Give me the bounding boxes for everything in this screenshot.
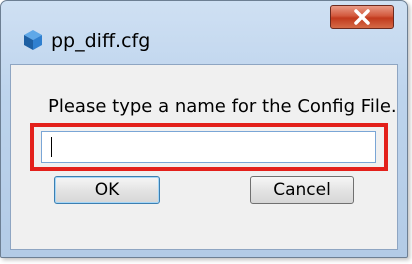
window-title: pp_diff.cfg [51,30,151,52]
text-cursor [51,137,52,157]
cube-icon [23,29,43,55]
config-name-input[interactable] [41,131,376,163]
cancel-button[interactable]: Cancel [250,176,354,204]
close-icon [354,9,370,25]
close-button[interactable] [330,5,394,29]
ok-button[interactable]: OK [54,176,160,204]
prompt-label: Please type a name for the Config File. [48,96,397,117]
